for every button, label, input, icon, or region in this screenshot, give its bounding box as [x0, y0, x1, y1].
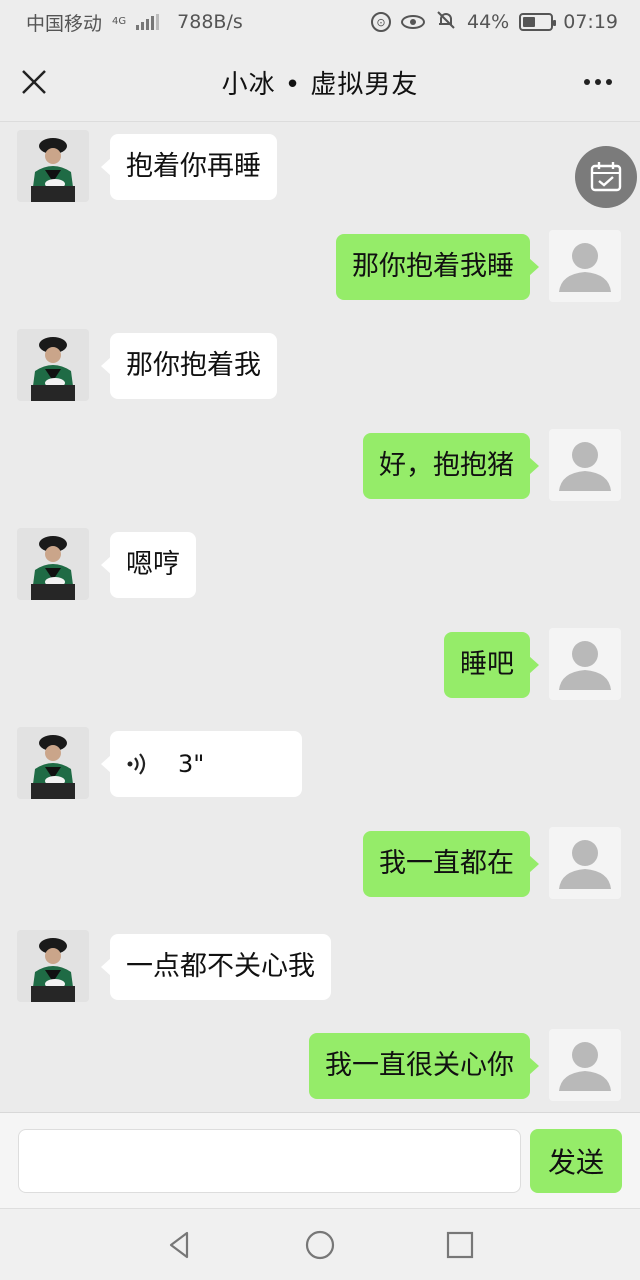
bot-avatar[interactable]: [17, 528, 89, 600]
message-row: 那你抱着我睡: [0, 226, 640, 306]
bot-avatar[interactable]: [17, 130, 89, 202]
voice-content: 3": [126, 731, 286, 797]
data-saver-icon: ⊙: [371, 12, 391, 32]
message-bubble[interactable]: 那你抱着我: [101, 333, 277, 399]
message-row: 好，抱抱猪: [0, 425, 640, 505]
user-avatar[interactable]: [549, 827, 621, 899]
calendar-icon: [590, 162, 622, 192]
clock: 07:19: [563, 11, 618, 33]
user-avatar[interactable]: [549, 628, 621, 700]
message-row: 睡吧: [0, 624, 640, 704]
nav-back-button[interactable]: [158, 1223, 202, 1267]
message-row: 抱着你再睡: [0, 126, 640, 206]
input-bar: 发送: [0, 1112, 640, 1208]
network-type-label: 4G: [112, 16, 127, 27]
chat-title: 小冰 • 虚拟男友: [221, 70, 419, 100]
message-row: 嗯哼: [0, 524, 640, 604]
more-dots-icon: [584, 79, 590, 85]
voice-wave-icon: [127, 753, 146, 775]
more-button[interactable]: [578, 66, 618, 98]
bot-avatar[interactable]: [17, 727, 89, 799]
eye-comfort-icon: [401, 15, 425, 29]
title-bar: 小冰 • 虚拟男友: [0, 44, 640, 122]
status-right: ⊙ 44% 07:19: [371, 9, 618, 36]
message-bubble[interactable]: 好，抱抱猪: [363, 433, 539, 499]
voice-message[interactable]: 3": [101, 731, 302, 797]
message-row: 一点都不关心我: [0, 926, 640, 1006]
battery-fill: [523, 17, 535, 27]
bot-avatar[interactable]: [17, 930, 89, 1002]
message-bubble[interactable]: 那你抱着我睡: [336, 234, 539, 300]
message-row: 我一直很关心你: [0, 1025, 640, 1105]
message-row: 3": [0, 723, 640, 803]
close-icon: [22, 70, 46, 94]
bot-avatar[interactable]: [17, 329, 89, 401]
home-icon: [305, 1230, 335, 1259]
message-bubble[interactable]: 一点都不关心我: [101, 934, 331, 1000]
status-bar: 中国移动 4G 788B/s ⊙ 44% 07:19: [0, 0, 640, 44]
user-avatar[interactable]: [549, 230, 621, 302]
nav-recents-button[interactable]: [438, 1223, 482, 1267]
mute-bell-icon: [435, 9, 457, 36]
message-bubble[interactable]: 睡吧: [444, 632, 539, 698]
calendar-button[interactable]: [575, 146, 637, 208]
message-bubble[interactable]: 抱着你再睡: [101, 134, 277, 200]
chat-area[interactable]: 抱着你再睡 那你抱着我睡 那你抱着我 好，抱抱猪 嗯哼 睡吧 3" 我一直都在 …: [0, 122, 640, 1112]
battery-icon: [519, 13, 557, 31]
back-icon: [169, 1231, 189, 1258]
carrier-label: 中国移动: [26, 12, 103, 35]
voice-duration: 3": [178, 750, 205, 778]
close-button[interactable]: [14, 62, 54, 102]
send-button[interactable]: 发送: [530, 1129, 622, 1193]
user-avatar[interactable]: [549, 429, 621, 501]
message-bubble[interactable]: 我一直都在: [363, 831, 539, 897]
message-row: 我一直都在: [0, 823, 640, 903]
recents-icon: [446, 1231, 474, 1258]
status-left: 中国移动 4G 788B/s: [26, 9, 243, 36]
user-avatar[interactable]: [549, 1029, 621, 1101]
battery-percent: 44%: [467, 11, 510, 33]
message-row: 那你抱着我: [0, 325, 640, 405]
system-nav-bar: [0, 1208, 640, 1280]
signal-icon: [136, 14, 160, 30]
network-speed: 788B/s: [177, 11, 243, 33]
nav-home-button[interactable]: [298, 1223, 342, 1267]
message-input[interactable]: [18, 1129, 521, 1193]
message-bubble[interactable]: 我一直很关心你: [309, 1033, 539, 1099]
message-bubble[interactable]: 嗯哼: [101, 532, 196, 598]
